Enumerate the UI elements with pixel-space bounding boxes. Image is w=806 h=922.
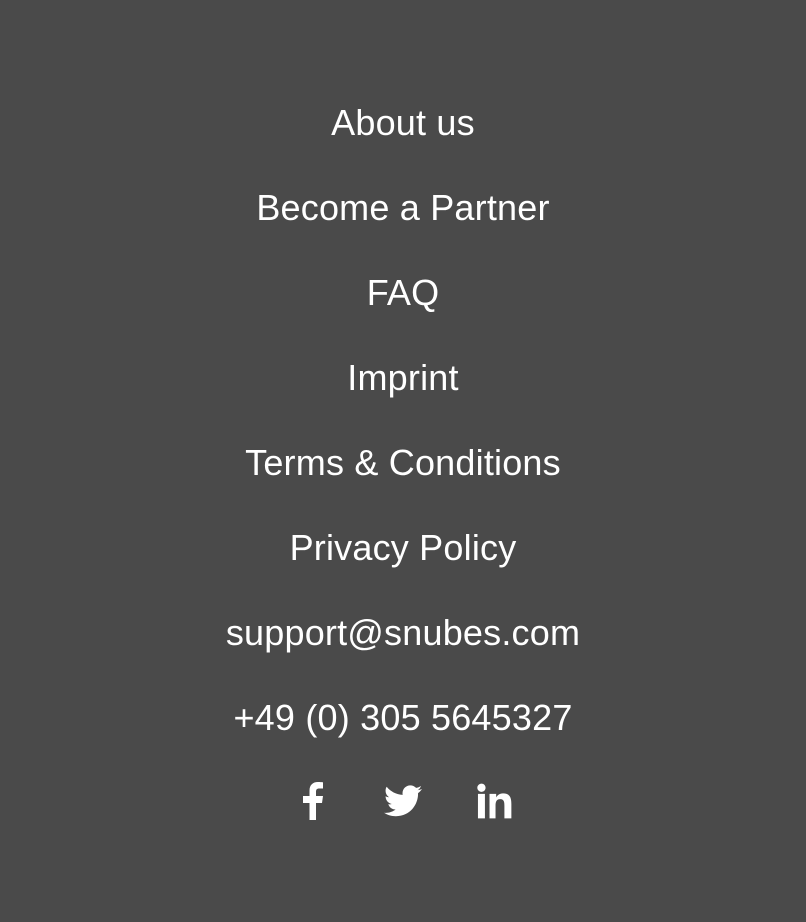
footer-item-privacy: Privacy Policy [0, 505, 806, 590]
social-links [0, 778, 806, 824]
footer-item-phone: +49 (0) 305 5645327 [0, 675, 806, 760]
phone-link[interactable]: +49 (0) 305 5645327 [233, 697, 572, 738]
footer-item-become-partner: Become a Partner [0, 165, 806, 250]
linkedin-link[interactable] [470, 778, 516, 824]
facebook-link[interactable] [290, 778, 336, 824]
terms-conditions-link[interactable]: Terms & Conditions [245, 442, 561, 483]
site-footer: About us Become a Partner FAQ Imprint Te… [0, 0, 806, 922]
support-email-link[interactable]: support@snubes.com [226, 612, 580, 653]
footer-item-faq: FAQ [0, 250, 806, 335]
footer-link-list: About us Become a Partner FAQ Imprint Te… [0, 80, 806, 760]
footer-item-terms: Terms & Conditions [0, 420, 806, 505]
imprint-link[interactable]: Imprint [347, 357, 458, 398]
footer-item-imprint: Imprint [0, 335, 806, 420]
twitter-icon [384, 785, 422, 817]
twitter-link[interactable] [380, 778, 426, 824]
about-us-link[interactable]: About us [331, 102, 475, 143]
linkedin-icon [477, 783, 512, 819]
facebook-icon [303, 782, 323, 820]
become-partner-link[interactable]: Become a Partner [256, 187, 549, 228]
faq-link[interactable]: FAQ [367, 272, 440, 313]
footer-item-email: support@snubes.com [0, 590, 806, 675]
footer-item-about-us: About us [0, 80, 806, 165]
privacy-policy-link[interactable]: Privacy Policy [290, 527, 517, 568]
